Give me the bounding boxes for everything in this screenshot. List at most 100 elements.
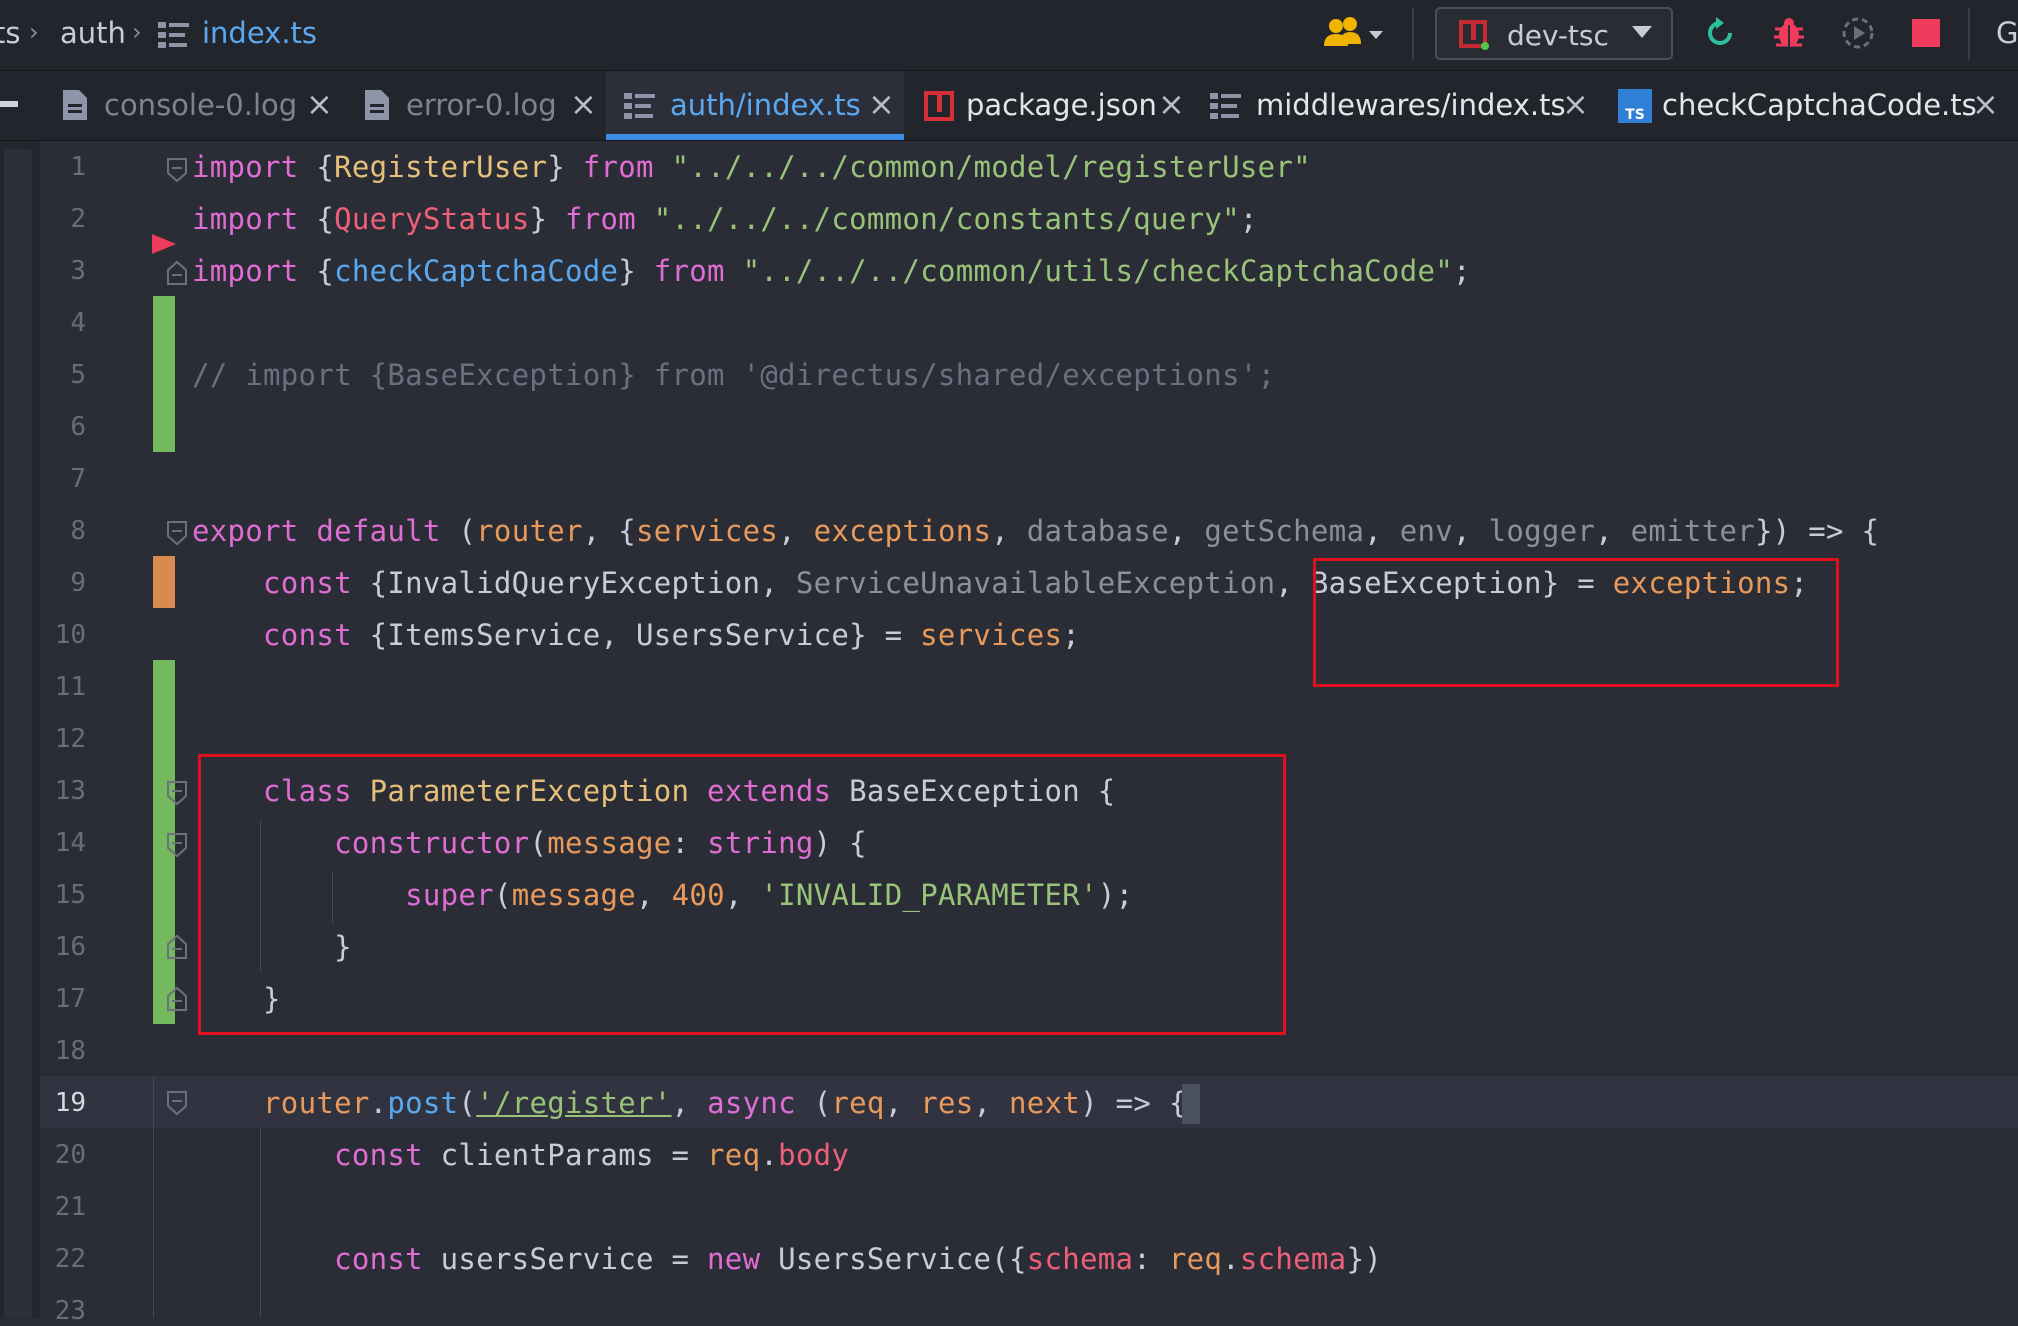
- code-token: schema: [1026, 1242, 1134, 1276]
- line-number[interactable]: 8: [36, 516, 86, 546]
- code-token: const: [263, 566, 370, 600]
- line-number[interactable]: 17: [36, 984, 86, 1014]
- code-token: "../../../common/model/registerUser": [671, 150, 1311, 184]
- fold-end-icon[interactable]: [166, 986, 188, 1016]
- line-number[interactable]: 11: [36, 672, 86, 702]
- code-token: }) => {: [1754, 514, 1880, 548]
- debug-icon[interactable]: [1771, 15, 1807, 55]
- close-icon[interactable]: ×: [570, 85, 597, 123]
- reload-icon[interactable]: [1702, 15, 1738, 55]
- line-number[interactable]: 10: [36, 620, 86, 650]
- tool-window-scrollbar[interactable]: [4, 149, 32, 1318]
- code-token: req: [831, 1086, 885, 1120]
- tab-label: middlewares/index.ts: [1256, 88, 1566, 122]
- code-line[interactable]: const {ItemsService, UsersService} = ser…: [192, 618, 1080, 652]
- line-number[interactable]: 22: [36, 1244, 86, 1274]
- code-line[interactable]: router.post('/register', async (req, res…: [192, 1086, 1187, 1120]
- fold-end-icon[interactable]: [166, 260, 188, 290]
- run-configuration-selector[interactable]: dev-tsc: [1435, 7, 1673, 60]
- tab-console-log[interactable]: console-0.log ×: [40, 71, 340, 140]
- line-number[interactable]: 12: [36, 724, 86, 754]
- breadcrumb-root[interactable]: ts: [0, 16, 20, 50]
- code-token: ServiceUnavailableException: [795, 566, 1276, 600]
- tab-middlewares-index[interactable]: middlewares/index.ts ×: [1196, 71, 1596, 140]
- npm-icon: [924, 91, 954, 125]
- fold-icon[interactable]: [166, 832, 188, 862]
- line-number[interactable]: 20: [36, 1140, 86, 1170]
- toolbar-truncated-label[interactable]: G: [1996, 16, 2018, 50]
- code-token: env: [1399, 514, 1454, 548]
- panel-collapse-icon[interactable]: [0, 101, 18, 107]
- line-number[interactable]: 13: [36, 776, 86, 806]
- fold-icon[interactable]: [166, 520, 188, 550]
- fold-icon[interactable]: [166, 1090, 188, 1120]
- code-token: QueryStatus: [334, 202, 530, 236]
- close-icon[interactable]: ×: [868, 85, 895, 123]
- code-token: "../../../common/utils/checkCaptchaCode": [742, 254, 1453, 288]
- fold-end-icon[interactable]: [166, 934, 188, 964]
- close-icon[interactable]: ×: [1562, 85, 1589, 123]
- tab-package-json[interactable]: package.json ×: [908, 71, 1185, 140]
- fold-icon[interactable]: [166, 780, 188, 810]
- close-icon[interactable]: ×: [1972, 85, 1999, 123]
- code-token: import: [192, 150, 317, 184]
- code-token: async: [707, 1086, 814, 1120]
- line-number[interactable]: 1: [36, 152, 86, 182]
- line-number[interactable]: 5: [36, 360, 86, 390]
- line-number[interactable]: 14: [36, 828, 86, 858]
- breadcrumb-file[interactable]: index.ts: [202, 16, 317, 50]
- line-number[interactable]: 19: [36, 1088, 86, 1118]
- code-token: ,: [671, 1086, 708, 1120]
- line-number[interactable]: 21: [36, 1192, 86, 1222]
- tab-auth-index[interactable]: auth/index.ts ×: [606, 71, 904, 140]
- line-number[interactable]: 9: [36, 568, 86, 598]
- code-line[interactable]: import {RegisterUser} from "../../../com…: [192, 150, 1311, 184]
- matching-brace-highlight: [1182, 1084, 1200, 1124]
- tab-error-log[interactable]: error-0.log ×: [344, 71, 604, 140]
- line-number[interactable]: 2: [36, 204, 86, 234]
- code-token: {ItemsService, UsersService} =: [369, 618, 921, 652]
- line-number[interactable]: 16: [36, 932, 86, 962]
- line-number[interactable]: 7: [36, 464, 86, 494]
- code-token: clientParams =: [440, 1138, 708, 1172]
- stop-icon[interactable]: [1912, 19, 1940, 51]
- tab-label: console-0.log: [104, 88, 298, 122]
- breadcrumb-auth[interactable]: auth: [60, 16, 126, 50]
- line-number[interactable]: 18: [36, 1036, 86, 1066]
- users-icon[interactable]: [1323, 16, 1385, 56]
- code-line[interactable]: import {QueryStatus} from "../../../comm…: [192, 202, 1258, 236]
- added-lines-marker[interactable]: [153, 296, 175, 452]
- code-line[interactable]: const clientParams = req.body: [192, 1138, 849, 1172]
- file-icon: [364, 89, 390, 125]
- structure-icon: [158, 20, 190, 54]
- code-line[interactable]: import {checkCaptchaCode} from "../../..…: [192, 254, 1471, 288]
- code-line[interactable]: // import {BaseException} from '@directu…: [192, 358, 1275, 392]
- line-number[interactable]: 4: [36, 308, 86, 338]
- code-token: ) => {: [1080, 1086, 1187, 1120]
- code-line[interactable]: const usersService = new UsersService({s…: [192, 1242, 1382, 1276]
- code-token: const: [263, 618, 370, 652]
- run-config-label: dev-tsc: [1507, 19, 1609, 52]
- close-icon[interactable]: ×: [306, 85, 333, 123]
- run-coverage-icon[interactable]: [1840, 15, 1876, 55]
- code-token: database: [1026, 514, 1169, 548]
- line-number[interactable]: 23: [36, 1296, 86, 1326]
- code-token: }: [618, 254, 654, 288]
- code-line[interactable]: export default (router, {services, excep…: [192, 514, 1879, 548]
- fold-icon[interactable]: [166, 157, 188, 187]
- structure-icon: [624, 91, 656, 125]
- line-number[interactable]: 6: [36, 412, 86, 442]
- modified-line-marker[interactable]: [153, 556, 175, 608]
- code-token: ,: [1453, 514, 1489, 548]
- line-number[interactable]: 15: [36, 880, 86, 910]
- breakpoint-arrow-icon[interactable]: [152, 234, 176, 258]
- typescript-icon: TS: [1618, 89, 1652, 127]
- code-token: ;: [1239, 202, 1258, 236]
- line-number[interactable]: 3: [36, 256, 86, 286]
- code-token: from: [653, 254, 743, 288]
- close-icon[interactable]: ×: [1158, 85, 1185, 123]
- tab-checkcaptchacode[interactable]: TS checkCaptchaCode.ts ×: [1610, 71, 2010, 140]
- code-token: req: [1168, 1242, 1223, 1276]
